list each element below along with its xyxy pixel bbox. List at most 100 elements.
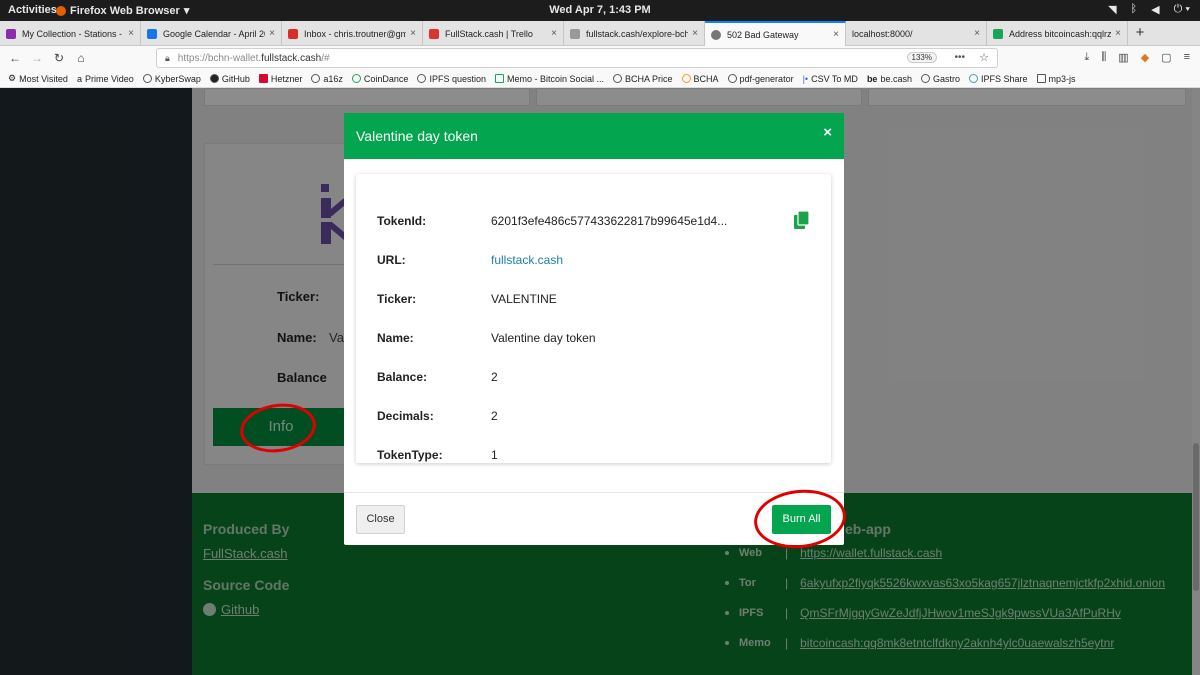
globe-icon xyxy=(613,74,622,83)
bookmark-item[interactable]: pdf-generator xyxy=(727,74,794,84)
close-icon[interactable]: × xyxy=(974,28,980,39)
tab[interactable]: My Collection - Stations - F × xyxy=(0,21,141,46)
screenshot-icon[interactable]: ▢ xyxy=(1161,51,1171,64)
detail-row: Ticker: VALENTINE xyxy=(377,292,557,306)
close-icon[interactable]: × xyxy=(128,28,134,39)
toolbar-icons: ⤓ ⫼ ▥ ◆ ▢ ≡ xyxy=(1084,51,1190,64)
bookmark-item[interactable]: |• CSV To MD xyxy=(803,74,858,84)
bcha-icon xyxy=(681,74,691,83)
hetzner-icon xyxy=(258,74,268,83)
tab-favicon-icon xyxy=(147,28,157,39)
modal-title: Valentine day token xyxy=(356,128,478,144)
bookmark-item[interactable]: be be.cash xyxy=(867,74,912,84)
detail-row: URL: fullstack.cash xyxy=(377,253,564,267)
gear-icon: ⚙ xyxy=(8,73,17,83)
home-icon[interactable]: ⌂ xyxy=(70,51,92,65)
bookmark-item[interactable]: a16z xyxy=(311,74,343,84)
close-icon[interactable]: × xyxy=(833,29,839,40)
tab-bar: My Collection - Stations - F × Google Cal… xyxy=(0,21,1200,46)
reload-icon[interactable]: ↻ xyxy=(48,51,70,65)
tab[interactable]: FullStack.cash | Trello × xyxy=(423,21,564,46)
bookmarks-bar: ⚙ Most Visited a Prime Video KyberSwap Git… xyxy=(0,70,1200,88)
tab-favicon-icon xyxy=(288,28,298,39)
tab-favicon-icon xyxy=(429,28,439,39)
ipfs-icon xyxy=(969,74,978,83)
sidebar-icon[interactable]: ▥ xyxy=(1118,51,1128,64)
download-icon[interactable]: ⤓ xyxy=(1084,51,1089,64)
github-icon xyxy=(209,74,219,83)
amazon-icon: a xyxy=(76,73,82,84)
a16z-icon xyxy=(311,74,321,83)
detail-row: TokenId: 6201f3efe486c577433622817b99645… xyxy=(377,214,728,228)
bookmark-item[interactable]: Gastro xyxy=(920,74,960,84)
bookmark-item[interactable]: IPFS question xyxy=(417,74,486,84)
bookmark-item[interactable]: a Prime Video xyxy=(77,74,134,84)
tab-favicon-icon xyxy=(711,29,721,40)
detail-row: TokenType: 1 xyxy=(377,448,498,462)
menu-icon[interactable]: ≡ xyxy=(1184,51,1190,64)
tab[interactable]: Inbox - chris.troutner@gm × xyxy=(282,21,423,46)
detail-row: Name: Valentine day token xyxy=(377,331,596,345)
close-icon[interactable]: × xyxy=(410,28,416,39)
close-icon[interactable]: × xyxy=(269,28,275,39)
coindance-icon xyxy=(351,74,361,83)
back-icon[interactable]: ← xyxy=(4,51,26,65)
tab[interactable]: Google Calendar - April 202 × xyxy=(141,21,282,46)
tab-active[interactable]: 502 Bad Gateway × xyxy=(705,21,846,46)
library-icon[interactable]: ⫼ xyxy=(1101,51,1106,64)
modal-header: Valentine day token × xyxy=(344,113,844,159)
volume-icon: ◀ xyxy=(1151,4,1160,16)
bookmark-item[interactable]: IPFS Share xyxy=(969,74,1028,84)
forward-icon[interactable]: → xyxy=(26,51,48,65)
tab[interactable]: fullstack.cash/explore-bch × xyxy=(564,21,705,46)
tab-favicon-icon xyxy=(570,28,580,39)
bookmark-item[interactable]: KyberSwap xyxy=(142,74,201,84)
bookmark-item[interactable]: GitHub xyxy=(209,74,250,84)
memo-icon xyxy=(494,74,504,83)
detail-row: Balance: 2 xyxy=(377,370,498,384)
globe-icon xyxy=(727,74,737,83)
system-tray[interactable]: ◥ ᛒ ◀ ⏻ ▾ xyxy=(1108,3,1190,16)
bookmark-item[interactable]: mp3-js xyxy=(1036,74,1076,84)
wifi-icon: ◥ xyxy=(1108,4,1117,16)
system-top-bar: Activities Firefox Web Browser ▾ Wed Apr… xyxy=(0,0,1200,21)
bookmark-item[interactable]: Memo - Bitcoin Social ... xyxy=(494,74,604,84)
kyberswap-icon xyxy=(142,74,152,83)
bookmark-star-icon[interactable]: ☆ xyxy=(979,51,989,64)
close-icon[interactable]: × xyxy=(692,28,698,39)
navigation-bar: ← → ↻ ⌂ 🔒︎ https:// bchn-wallet. fullsta… xyxy=(0,46,1200,70)
folder-icon xyxy=(1036,74,1046,83)
bluetooth-icon: ᛒ xyxy=(1130,3,1138,15)
bookmark-item[interactable]: ⚙ Most Visited xyxy=(8,73,68,84)
url-bar[interactable]: 🔒︎ https:// bchn-wallet. fullstack.cash … xyxy=(156,48,998,68)
tab[interactable]: Address bitcoincash:qqlrzp × xyxy=(987,21,1128,46)
detail-row: Decimals: 2 xyxy=(377,409,498,423)
globe-icon xyxy=(417,74,427,83)
token-details-card: TokenId: 6201f3efe486c577433622817b99645… xyxy=(356,174,831,463)
token-id-value: 6201f3efe486c577433622817b99645e1d4... xyxy=(491,214,728,228)
bookmark-item[interactable]: BCHA Price xyxy=(613,74,673,84)
close-icon[interactable]: × xyxy=(823,124,832,141)
csv-icon: |• xyxy=(802,73,809,84)
metamask-icon[interactable]: ◆ xyxy=(1141,51,1149,64)
page-content: Ticker: Name: Val Balance Info Produced … xyxy=(0,88,1200,675)
clock[interactable]: Wed Apr 7, 1:43 PM xyxy=(0,4,1200,16)
globe-icon xyxy=(920,74,930,83)
close-button[interactable]: Close xyxy=(356,505,405,534)
token-info-modal: Valentine day token × TokenId: 6201f3efe… xyxy=(344,113,844,545)
close-icon[interactable]: × xyxy=(551,28,557,39)
close-icon[interactable]: × xyxy=(1115,28,1121,39)
bookmark-item[interactable]: BCHA xyxy=(681,74,719,84)
tab-favicon-icon xyxy=(993,28,1003,39)
becash-icon: be xyxy=(866,73,878,84)
page-actions-icon[interactable]: ••• xyxy=(954,52,965,63)
power-icon: ⏻ ▾ xyxy=(1173,3,1190,15)
bookmark-item[interactable]: CoinDance xyxy=(351,74,408,84)
new-tab-button[interactable]: + xyxy=(1128,21,1152,45)
tab[interactable]: localhost:8000/× xyxy=(846,21,987,46)
tab-favicon-icon xyxy=(6,28,16,39)
token-url-link[interactable]: fullstack.cash xyxy=(491,253,563,267)
copy-icon[interactable] xyxy=(794,211,810,230)
zoom-indicator[interactable]: 133% xyxy=(906,52,937,63)
bookmark-item[interactable]: Hetzner xyxy=(258,74,302,84)
